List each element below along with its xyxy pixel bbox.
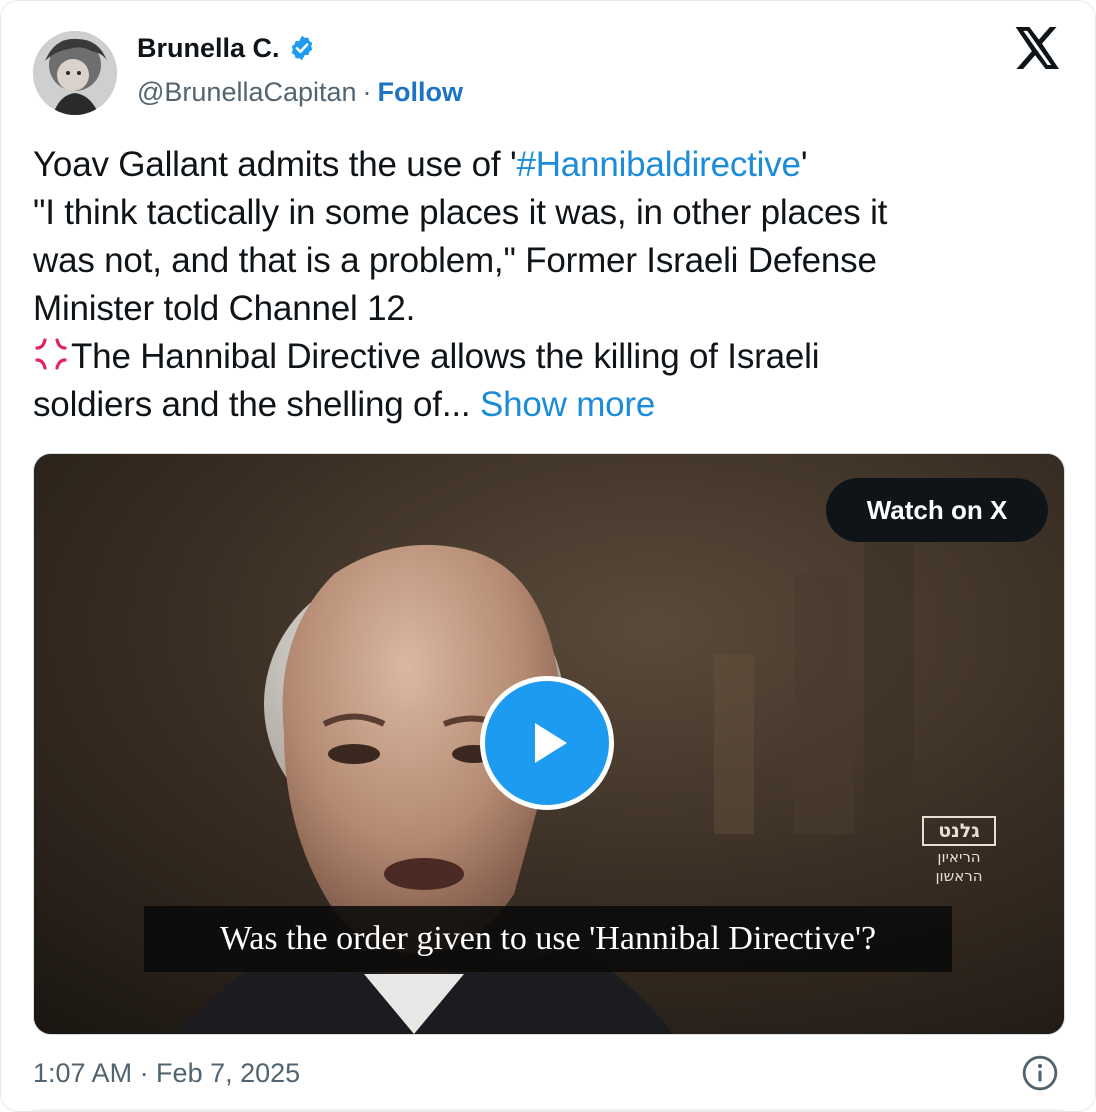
text-segment: soldiers and the shelling of... (33, 385, 471, 424)
tweet-text-line-4: Minister told Channel 12. (33, 289, 416, 328)
anger-symbol-icon (35, 338, 67, 370)
divider (33, 1109, 1063, 1111)
show-more-link[interactable]: Show more (480, 385, 655, 424)
author-handle[interactable]: @BrunellaCapitan (137, 77, 357, 107)
hashtag-link[interactable]: #Hannibaldirective (516, 145, 801, 184)
author-name-row[interactable]: Brunella C. (137, 31, 316, 65)
video-player[interactable]: Watch on X גלנט הריאיון הראשון Was the o… (33, 453, 1065, 1035)
play-button[interactable] (480, 676, 614, 810)
separator-dot: · (362, 77, 372, 107)
tweet-text-line-1: Yoav Gallant admits the use of '#Hanniba… (33, 141, 1063, 189)
text-segment: Yoav Gallant admits the use of ' (33, 145, 517, 184)
tweet-text-line-2: "I think tactically in some places it wa… (33, 193, 888, 232)
tweet-text-line-6: soldiers and the shelling of... Show mor… (33, 381, 1063, 429)
verified-badge-icon (291, 35, 312, 61)
text-segment: ' (800, 145, 808, 184)
channel-logo-line: הראשון (935, 867, 983, 885)
follow-button[interactable]: Follow (378, 77, 463, 107)
info-icon[interactable] (1021, 1054, 1059, 1092)
text-segment: The Hannibal Directive allows the killin… (71, 337, 820, 376)
watch-on-x-button[interactable]: Watch on X (826, 478, 1048, 542)
tweet-text: Yoav Gallant admits the use of '#Hanniba… (33, 141, 1063, 429)
channel-logo-line: הריאיון (937, 848, 981, 866)
channel-logo: גלנט הריאיון הראשון (922, 816, 996, 886)
tweet-card: Brunella C. @BrunellaCapitan · Follow Yoav… (0, 0, 1096, 1112)
tweet-timestamp[interactable]: 1:07 AM · Feb 7, 2025 (33, 1055, 300, 1091)
avatar[interactable] (33, 31, 117, 115)
author-name[interactable]: Brunella C. (137, 31, 280, 65)
channel-logo-title: גלנט (922, 816, 996, 846)
handle-row: @BrunellaCapitan · Follow (137, 75, 463, 109)
tweet-text-line-3: was not, and that is a problem," Former … (33, 241, 877, 280)
video-subtitle: Was the order given to use 'Hannibal Dir… (144, 906, 952, 972)
play-icon (535, 723, 567, 763)
avatar-image (33, 31, 117, 115)
x-logo-icon[interactable] (1015, 27, 1061, 69)
tweet-text-line-5: The Hannibal Directive allows the killin… (33, 333, 1063, 381)
